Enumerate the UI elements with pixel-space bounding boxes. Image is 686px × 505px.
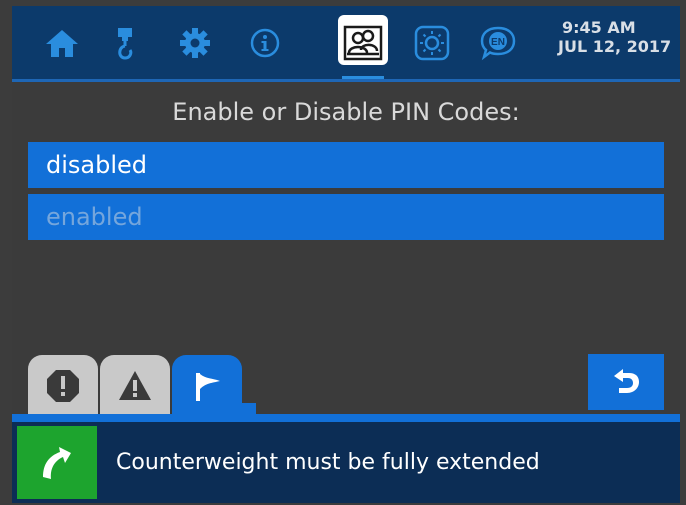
option-disabled[interactable]: disabled bbox=[28, 142, 664, 188]
warning-triangle-icon bbox=[119, 371, 151, 400]
clock-time: 9:45 AM bbox=[562, 18, 636, 37]
back-button[interactable] bbox=[588, 354, 664, 410]
flag-icon bbox=[196, 373, 220, 401]
top-nav-bar: EN 9:45 AM JUL 12, 2017 bbox=[12, 6, 680, 81]
clock-date: JUL 12, 2017 bbox=[558, 37, 672, 56]
alarm-octagon-icon bbox=[47, 370, 79, 402]
return-arrow-icon bbox=[614, 369, 639, 393]
header-divider bbox=[12, 79, 680, 82]
language-icon[interactable]: EN bbox=[478, 23, 518, 63]
users-icon[interactable] bbox=[343, 23, 383, 63]
brightness-icon[interactable] bbox=[412, 23, 452, 63]
status-message: Counterweight must be fully extended bbox=[116, 450, 540, 475]
page-title: Enable or Disable PIN Codes: bbox=[172, 98, 520, 126]
language-code: EN bbox=[491, 37, 505, 48]
status-icon-box bbox=[17, 426, 97, 499]
turn-arrow-icon bbox=[43, 446, 71, 479]
tab-warnings[interactable] bbox=[100, 355, 170, 417]
tab-alarms[interactable] bbox=[28, 355, 98, 417]
home-icon[interactable] bbox=[42, 23, 82, 63]
gear-icon[interactable] bbox=[175, 23, 215, 63]
status-bar: Counterweight must be fully extended bbox=[12, 422, 680, 503]
tab-notices[interactable] bbox=[172, 355, 256, 417]
tabs-baseline bbox=[12, 414, 680, 422]
screen: EN 9:45 AM JUL 12, 2017 Enable or Disabl… bbox=[12, 6, 680, 503]
datetime-display: 9:45 AM JUL 12, 2017 bbox=[558, 18, 680, 56]
info-icon[interactable] bbox=[245, 23, 285, 63]
hook-icon[interactable] bbox=[105, 23, 145, 63]
option-enabled[interactable]: enabled bbox=[28, 194, 664, 240]
